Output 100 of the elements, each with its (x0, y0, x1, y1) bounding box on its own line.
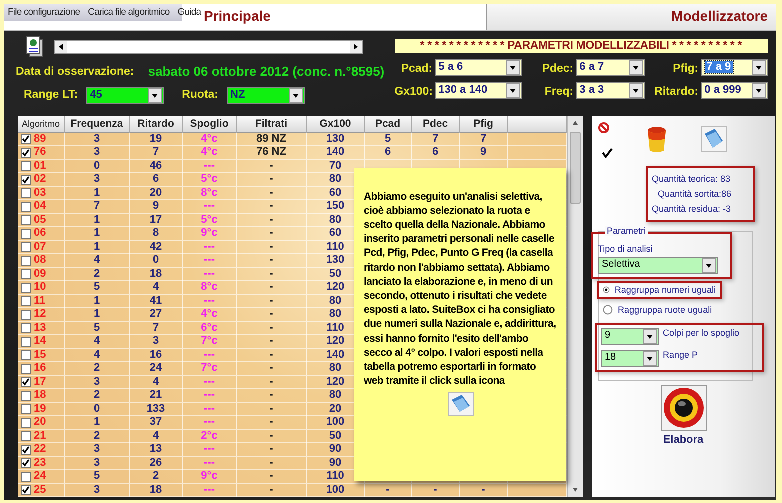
table-cell: --- (183, 348, 237, 362)
param-label: Gx100: (394, 84, 433, 98)
table-cell: - (237, 389, 307, 402)
dropdown[interactable]: 6 a 7 (576, 58, 645, 76)
param-label: Freq: (544, 84, 574, 98)
dropdown[interactable]: Selettiva (598, 256, 718, 274)
dropdown[interactable]: 130 a 140 (434, 82, 522, 98)
dropdown[interactable]: 9 (601, 328, 659, 344)
radio-button[interactable] (603, 284, 610, 294)
checkbox[interactable] (21, 336, 31, 346)
dropdown[interactable]: 0 a 999 (700, 82, 768, 98)
checkbox[interactable] (21, 282, 31, 292)
table-cell: - (237, 268, 307, 280)
table-cell: 89 (34, 132, 46, 146)
table-cell: 24 (34, 470, 46, 483)
caret-icon (288, 88, 303, 102)
table-cell: 9°c (183, 227, 237, 240)
checkbox[interactable] (21, 364, 31, 374)
bucket-icon[interactable] (647, 126, 667, 154)
table-cell: - (237, 322, 307, 334)
table-cell: 8 (130, 227, 183, 240)
checkbox[interactable] (21, 174, 31, 184)
checkbox[interactable] (21, 148, 31, 158)
radio-label: Raggruppa ruote uguali (618, 304, 712, 314)
table-cell: 8°c (183, 281, 237, 294)
checkbox[interactable] (21, 188, 31, 198)
table-cell: 3 (65, 443, 130, 456)
column-header[interactable]: Ritardo (130, 116, 183, 132)
checkbox[interactable] (21, 215, 31, 225)
checkbox[interactable] (21, 296, 31, 306)
table-cell: 20 (130, 186, 183, 200)
column-header[interactable]: Algoritmo (18, 116, 65, 132)
checkbox[interactable] (21, 323, 31, 333)
checkbox[interactable] (21, 377, 31, 387)
checkmark-icon[interactable] (602, 148, 613, 158)
table-cell: 3 (65, 456, 130, 470)
table-cell: 09 (34, 268, 46, 280)
table-cell: 06 (34, 227, 46, 240)
checkbox[interactable] (21, 256, 31, 266)
checkbox[interactable] (21, 431, 31, 441)
document-icon[interactable] (26, 36, 44, 58)
scroll-right-icon[interactable] (350, 40, 362, 52)
column-header[interactable]: Pfig (460, 116, 508, 132)
table-cell: 7 (130, 322, 183, 334)
scrollbar-thumb[interactable] (570, 132, 581, 204)
table-cell: 7 (130, 146, 183, 159)
table-cell: 20 (34, 416, 46, 429)
vertical-scrollbar[interactable] (567, 116, 583, 497)
radio-button[interactable] (603, 304, 613, 314)
table-cell: 6 (365, 146, 412, 159)
checkbox[interactable] (21, 310, 31, 320)
checkbox[interactable] (21, 202, 31, 212)
table-cell: 4 (130, 376, 183, 388)
table-cell: 7 (412, 132, 460, 146)
column-header[interactable]: Pcad (365, 116, 412, 132)
checkbox[interactable] (21, 269, 31, 279)
column-header[interactable]: Pdec (412, 116, 460, 132)
table-cell: 7°c (183, 362, 237, 375)
table-cell: 4 (65, 254, 130, 267)
checkbox[interactable] (21, 161, 31, 171)
column-header[interactable]: Frequenza (65, 116, 130, 132)
dropdown[interactable]: 18 (601, 350, 659, 366)
dropdown[interactable]: 3 a 3 (576, 82, 645, 98)
tab[interactable]: Modellizzatore (486, 4, 776, 30)
dropdown[interactable]: 45 (86, 86, 164, 104)
table-cell: - (237, 281, 307, 294)
scroll-left-icon[interactable] (55, 40, 67, 52)
column-header[interactable]: Filtrati (237, 116, 307, 132)
horizontal-scrollbar[interactable] (54, 40, 363, 54)
menu-item[interactable]: Carica file algoritmico (88, 7, 170, 18)
checkbox[interactable] (21, 458, 31, 468)
table-cell: 8°c (183, 186, 237, 200)
checkbox[interactable] (21, 242, 31, 252)
table-cell: 12 (34, 308, 46, 321)
caret-icon (628, 82, 643, 98)
table-cell: 7°c (183, 335, 237, 348)
checkbox[interactable] (21, 418, 31, 428)
table-cell: 3 (65, 146, 130, 159)
quantity-text: Quantità residua: -3 (652, 204, 732, 214)
no-entry-icon[interactable] (598, 122, 610, 134)
dropdown[interactable]: 5 a 6 (434, 58, 522, 76)
checkbox[interactable] (21, 444, 31, 454)
menu-item[interactable]: Guida (178, 7, 202, 18)
checkbox[interactable] (21, 134, 31, 144)
checkbox[interactable] (21, 472, 31, 482)
book-icon[interactable] (701, 126, 727, 152)
checkbox[interactable] (21, 485, 31, 495)
menu-item[interactable]: File configurazione (8, 7, 80, 18)
checkbox[interactable] (21, 228, 31, 238)
checkbox[interactable] (21, 350, 31, 360)
caret-icon (702, 258, 716, 272)
dropdown[interactable]: 7 a 9 (700, 58, 768, 76)
elabora-button[interactable]: Elabora (660, 384, 706, 446)
table-cell: - (412, 484, 460, 496)
column-header[interactable]: Spoglio (183, 116, 237, 132)
checkbox[interactable] (21, 390, 31, 400)
table-cell: 14 (34, 335, 46, 348)
column-header[interactable]: Gx100 (307, 116, 365, 132)
checkbox[interactable] (21, 404, 31, 414)
dropdown[interactable]: NZ (226, 86, 305, 104)
